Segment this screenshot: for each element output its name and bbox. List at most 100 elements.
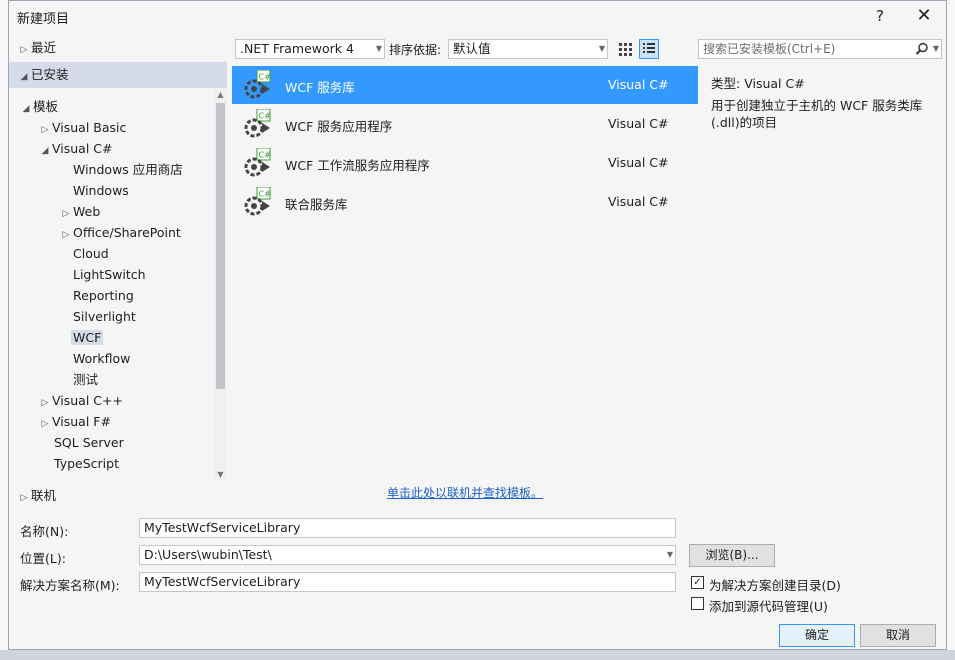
tree-visual-csharp[interactable]: ◢ Visual C# [38,139,113,159]
tree-web-label: Web [73,204,101,219]
background-window-right [947,0,955,660]
name-label: 名称(N): [20,524,69,539]
template-language: Visual C# [608,116,669,131]
tree-office-sharepoint[interactable]: ▷ Office/SharePoint [59,223,181,243]
search-placeholder: 搜索已安装模板(Ctrl+E) [703,42,836,56]
name-value: MyTestWcfServiceLibrary [144,520,301,535]
ok-button[interactable]: 确定 [779,624,855,647]
template-row[interactable]: C# WCF 服务库 Visual C# [232,66,698,104]
tree-sql-server[interactable]: SQL Server [54,433,124,453]
search-icon [915,42,928,55]
location-value: D:\Users\wubin\Test\ [144,547,272,562]
collapse-arrow-icon: ◢ [20,72,28,82]
chevron-down-icon: ▼ [375,44,382,53]
svg-text:C#: C# [259,151,272,160]
tree-office-sharepoint-label: Office/SharePoint [73,225,181,240]
template-row[interactable]: C# WCF 工作流服务应用程序 Visual C# [232,144,698,182]
tree-test[interactable]: 测试 [73,370,98,390]
new-project-dialog: 新建项目 ? ✕ ▷ 最近 ◢ 已安装 ◢ 模板 ▷ Visual Basic ◢ Vis… [8,0,947,650]
framework-dropdown[interactable]: .NET Framework 4 ▼ [235,39,385,59]
template-description: 用于创建独立于主机的 WCF 服务类库(.dll)的项目 [711,98,923,130]
tree-workflow[interactable]: Workflow [73,349,130,369]
small-icons-view-button[interactable] [615,39,635,59]
background-window-bottom [0,650,955,660]
add-source-control-label: 添加到源代码管理(U) [709,599,828,614]
template-list: C# WCF 服务库 Visual C# C# WCF 服务应用程序 Visua… [232,65,698,470]
chevron-down-icon: ▼ [598,44,605,53]
find-templates-online-link[interactable]: 单击此处以联机并查找模板。 [387,484,543,501]
scroll-down-arrow-icon[interactable]: ▼ [214,469,227,481]
tree-visual-cpp-label: Visual C++ [52,393,123,408]
tree-installed[interactable]: ◢ 已安装 [9,62,227,88]
type-value: Visual C# [744,76,805,91]
collapse-arrow-icon: ◢ [41,146,49,156]
tree-reporting[interactable]: Reporting [73,286,134,306]
tree-windows[interactable]: Windows [73,181,129,201]
close-button[interactable]: ✕ [909,5,939,27]
expand-arrow-icon: ▷ [41,125,49,135]
scroll-up-arrow-icon[interactable]: ▲ [214,89,227,101]
tree-windows-store[interactable]: Windows 应用商店 [73,160,183,180]
browse-button[interactable]: 浏览(B)... [689,544,775,567]
tree-typescript[interactable]: TypeScript [54,454,119,474]
svg-text:C#: C# [259,73,272,82]
wcf-service-icon: C# [244,109,272,138]
expand-arrow-icon: ▷ [62,209,70,219]
template-tree: ▷ 最近 ◢ 已安装 ◢ 模板 ▷ Visual Basic ◢ Visual C# Wi… [9,33,227,483]
svg-text:C#: C# [259,190,272,199]
type-label: 类型: [711,76,741,91]
template-language: Visual C# [608,155,669,170]
background-window-left [0,0,8,660]
tree-recent[interactable]: ▷ 最近 [9,35,227,61]
list-view-button[interactable] [639,39,659,59]
cancel-button[interactable]: 取消 [860,624,936,647]
tree-visual-basic[interactable]: ▷ Visual Basic [38,118,127,138]
svg-text:C#: C# [259,112,272,121]
wcf-service-icon: C# [244,70,272,99]
name-input[interactable]: MyTestWcfServiceLibrary [139,518,676,538]
template-row[interactable]: C# 联合服务库 Visual C# [232,183,698,221]
template-name: WCF 服务库 [285,80,355,95]
help-button[interactable]: ? [865,5,895,27]
tree-recent-label: 最近 [31,40,57,55]
tree-wcf[interactable]: WCF [71,328,104,348]
tree-visual-fsharp-label: Visual F# [52,414,111,429]
scroll-thumb[interactable] [216,103,225,389]
project-form: 名称(N): MyTestWcfServiceLibrary 位置(L): D:… [9,514,946,649]
location-input[interactable]: D:\Users\wubin\Test\ ▼ [139,545,676,565]
collapse-arrow-icon: ◢ [22,104,30,114]
expand-arrow-icon: ▷ [41,419,49,429]
template-language: Visual C# [608,77,669,92]
tree-visual-fsharp[interactable]: ▷ Visual F# [38,412,111,432]
tree-online-label: 联机 [31,488,57,503]
tree-online[interactable]: ▷ 联机 [17,486,56,506]
expand-arrow-icon: ▷ [62,230,70,240]
tree-silverlight[interactable]: Silverlight [73,307,136,327]
location-label: 位置(L): [20,551,66,566]
template-name: 联合服务库 [285,197,348,212]
search-installed-templates-input[interactable]: 搜索已安装模板(Ctrl+E) ▼ [698,39,942,59]
solution-name-input[interactable]: MyTestWcfServiceLibrary [139,572,676,592]
tree-cloud[interactable]: Cloud [73,244,109,264]
create-directory-checkbox[interactable]: ✓ [691,576,704,589]
template-row[interactable]: C# WCF 服务应用程序 Visual C# [232,105,698,143]
template-type: 类型: Visual C# [711,73,805,92]
tree-lightswitch[interactable]: LightSwitch [73,265,146,285]
expand-arrow-icon: ▷ [41,398,49,408]
add-source-control-checkbox[interactable] [691,597,704,610]
sort-dropdown[interactable]: 默认值 ▼ [448,39,608,59]
chevron-down-icon: ▼ [666,550,673,559]
sort-label: 排序依据: [389,43,442,57]
tree-web[interactable]: ▷ Web [59,202,101,222]
template-name: WCF 工作流服务应用程序 [285,158,430,173]
framework-value: .NET Framework 4 [240,41,354,56]
sort-value: 默认值 [453,41,491,56]
template-name: WCF 服务应用程序 [285,119,393,134]
template-language: Visual C# [608,194,669,209]
solution-name-label: 解决方案名称(M): [20,578,120,593]
tree-scrollbar[interactable]: ▲ ▼ [214,89,227,481]
tree-templates[interactable]: ◢ 模板 [19,97,58,117]
chevron-down-icon: ▼ [932,44,939,53]
wcf-service-icon: C# [244,187,272,216]
tree-visual-cpp[interactable]: ▷ Visual C++ [38,391,123,411]
